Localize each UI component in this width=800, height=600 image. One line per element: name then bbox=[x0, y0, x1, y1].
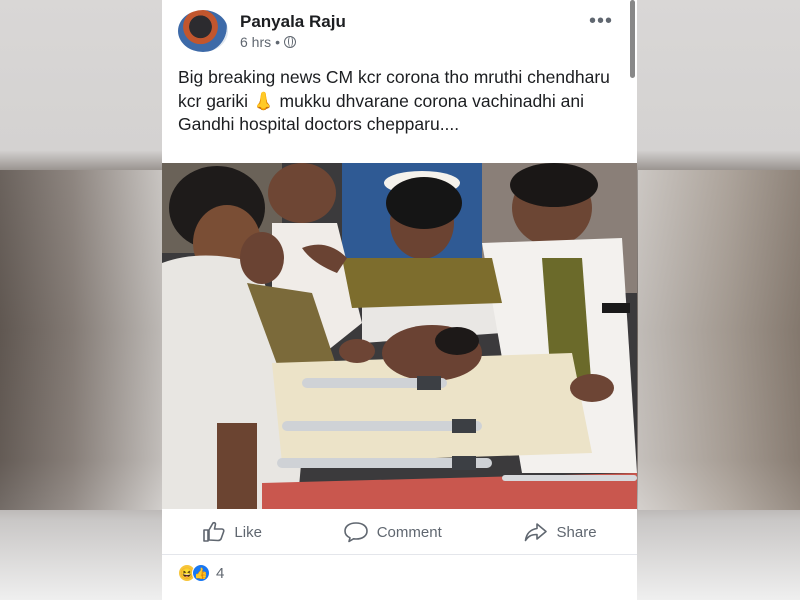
author-name[interactable]: Panyala Raju bbox=[240, 12, 346, 32]
reactions-summary[interactable]: 😆 👍 4 bbox=[178, 564, 224, 582]
post-photo[interactable] bbox=[162, 163, 637, 509]
scrollbar[interactable] bbox=[630, 0, 635, 78]
avatar[interactable] bbox=[178, 10, 228, 52]
blurred-background-right bbox=[638, 170, 800, 510]
comment-button[interactable]: Comment bbox=[343, 521, 442, 543]
reaction-count: 4 bbox=[216, 564, 225, 582]
more-options-icon[interactable]: ••• bbox=[589, 10, 613, 33]
comment-icon bbox=[343, 522, 368, 543]
post-header: Panyala Raju 6 hrs • ••• bbox=[162, 0, 637, 60]
facebook-post-card: Panyala Raju 6 hrs • ••• Big breaking ne… bbox=[162, 0, 637, 600]
share-button[interactable]: Share bbox=[523, 521, 597, 543]
post-meta: 6 hrs • bbox=[240, 34, 297, 50]
like-icon: 👍 bbox=[192, 564, 210, 582]
post-time[interactable]: 6 hrs bbox=[240, 34, 271, 50]
share-label: Share bbox=[556, 523, 597, 541]
thumbs-up-icon bbox=[203, 521, 225, 542]
hospital-scene-image bbox=[162, 163, 637, 509]
globe-icon bbox=[284, 36, 297, 48]
comment-label: Comment bbox=[376, 523, 442, 541]
like-button[interactable]: Like bbox=[202, 521, 262, 543]
blurred-background-left bbox=[0, 170, 162, 510]
like-label: Like bbox=[234, 523, 262, 541]
post-text: Big breaking news CM kcr corona tho mrut… bbox=[178, 67, 610, 134]
meta-separator: • bbox=[275, 34, 281, 50]
action-bar: Like Comment Share bbox=[162, 510, 637, 555]
share-icon bbox=[524, 523, 547, 542]
